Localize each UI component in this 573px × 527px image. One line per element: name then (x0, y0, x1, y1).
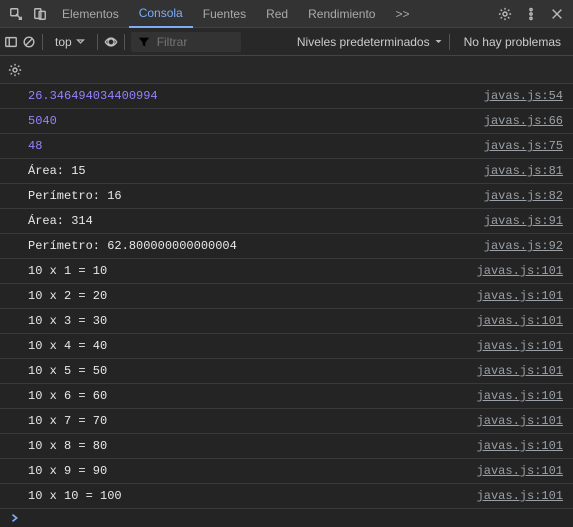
console-row: 10 x 5 = 50 javas.js:101 (0, 359, 573, 384)
source-link[interactable]: javas.js:101 (477, 412, 563, 430)
console-row: Perímetro: 62.800000000000004 javas.js:92 (0, 234, 573, 259)
inspect-icon[interactable] (4, 2, 28, 26)
console-log-area: 26.346494034400994 javas.js:54 5040 javas.j… (0, 84, 573, 509)
console-row: 10 x 6 = 60 javas.js:101 (0, 384, 573, 409)
console-message: 10 x 6 = 60 (28, 387, 107, 405)
tab-network[interactable]: Red (256, 0, 298, 28)
console-settings-icon[interactable] (8, 63, 22, 77)
console-message: 26.346494034400994 (28, 87, 158, 105)
source-link[interactable]: javas.js:101 (477, 462, 563, 480)
console-row: Área: 15 javas.js:81 (0, 159, 573, 184)
tab-console[interactable]: Consola (129, 0, 193, 28)
tab-sources[interactable]: Fuentes (193, 0, 256, 28)
console-row: 10 x 9 = 90 javas.js:101 (0, 459, 573, 484)
context-selector[interactable]: top (49, 35, 91, 49)
source-link[interactable]: javas.js:101 (477, 362, 563, 380)
live-expression-icon[interactable] (104, 35, 118, 49)
console-toolbar: top Niveles predeterminados No hay probl… (0, 28, 573, 56)
source-link[interactable]: javas.js:101 (477, 262, 563, 280)
source-link[interactable]: javas.js:54 (484, 87, 563, 105)
source-link[interactable]: javas.js:82 (484, 187, 563, 205)
console-message: 10 x 10 = 100 (28, 487, 122, 505)
console-row: 10 x 7 = 70 javas.js:101 (0, 409, 573, 434)
console-row: 48 javas.js:75 (0, 134, 573, 159)
console-row: Perímetro: 16 javas.js:82 (0, 184, 573, 209)
console-message: Perímetro: 62.800000000000004 (28, 237, 237, 255)
source-link[interactable]: javas.js:101 (477, 337, 563, 355)
console-message: 48 (28, 137, 42, 155)
console-row: 10 x 10 = 100 javas.js:101 (0, 484, 573, 509)
context-label: top (55, 35, 72, 49)
console-prompt[interactable] (0, 509, 573, 527)
console-row: 10 x 2 = 20 javas.js:101 (0, 284, 573, 309)
log-levels-dropdown[interactable]: Niveles predeterminados (297, 35, 443, 49)
source-link[interactable]: javas.js:101 (477, 387, 563, 405)
console-message: 10 x 7 = 70 (28, 412, 107, 430)
console-toolbar-2 (0, 56, 573, 84)
console-message: Área: 314 (28, 212, 93, 230)
console-row: 10 x 4 = 40 javas.js:101 (0, 334, 573, 359)
device-toggle-icon[interactable] (28, 2, 52, 26)
divider (42, 34, 43, 50)
divider (124, 34, 125, 50)
console-message: 10 x 1 = 10 (28, 262, 107, 280)
source-link[interactable]: javas.js:101 (477, 312, 563, 330)
console-message: 5040 (28, 112, 57, 130)
filter-box[interactable] (131, 32, 241, 52)
source-link[interactable]: javas.js:101 (477, 437, 563, 455)
divider (449, 34, 450, 50)
console-message: 10 x 2 = 20 (28, 287, 107, 305)
tab-elements[interactable]: Elementos (52, 0, 129, 28)
tab-performance[interactable]: Rendimiento (298, 0, 385, 28)
console-row: 10 x 3 = 30 javas.js:101 (0, 309, 573, 334)
kebab-icon[interactable] (519, 2, 543, 26)
source-link[interactable]: javas.js:101 (477, 287, 563, 305)
levels-label: Niveles predeterminados (297, 35, 430, 49)
console-message: 10 x 4 = 40 (28, 337, 107, 355)
filter-input[interactable] (157, 35, 227, 49)
source-link[interactable]: javas.js:66 (484, 112, 563, 130)
source-link[interactable]: javas.js:81 (484, 162, 563, 180)
console-message: Área: 15 (28, 162, 86, 180)
sidebar-toggle-icon[interactable] (4, 35, 18, 49)
gear-icon[interactable] (493, 2, 517, 26)
divider (97, 34, 98, 50)
tab-strip: Elementos Consola Fuentes Red Rendimient… (52, 0, 420, 27)
close-icon[interactable] (545, 2, 569, 26)
filter-icon (137, 35, 151, 49)
tab-more[interactable]: >> (385, 0, 419, 28)
console-row: Área: 314 javas.js:91 (0, 209, 573, 234)
console-message: 10 x 9 = 90 (28, 462, 107, 480)
source-link[interactable]: javas.js:75 (484, 137, 563, 155)
console-row: 10 x 1 = 10 javas.js:101 (0, 259, 573, 284)
source-link[interactable]: javas.js:91 (484, 212, 563, 230)
console-message: Perímetro: 16 (28, 187, 122, 205)
issues-status[interactable]: No hay problemas (456, 35, 569, 49)
source-link[interactable]: javas.js:101 (477, 487, 563, 505)
source-link[interactable]: javas.js:92 (484, 237, 563, 255)
console-row: 5040 javas.js:66 (0, 109, 573, 134)
clear-console-icon[interactable] (22, 35, 36, 49)
console-message: 10 x 5 = 50 (28, 362, 107, 380)
devtools-tabbar: Elementos Consola Fuentes Red Rendimient… (0, 0, 573, 28)
console-row: 26.346494034400994 javas.js:54 (0, 84, 573, 109)
console-message: 10 x 3 = 30 (28, 312, 107, 330)
console-message: 10 x 8 = 80 (28, 437, 107, 455)
console-row: 10 x 8 = 80 javas.js:101 (0, 434, 573, 459)
